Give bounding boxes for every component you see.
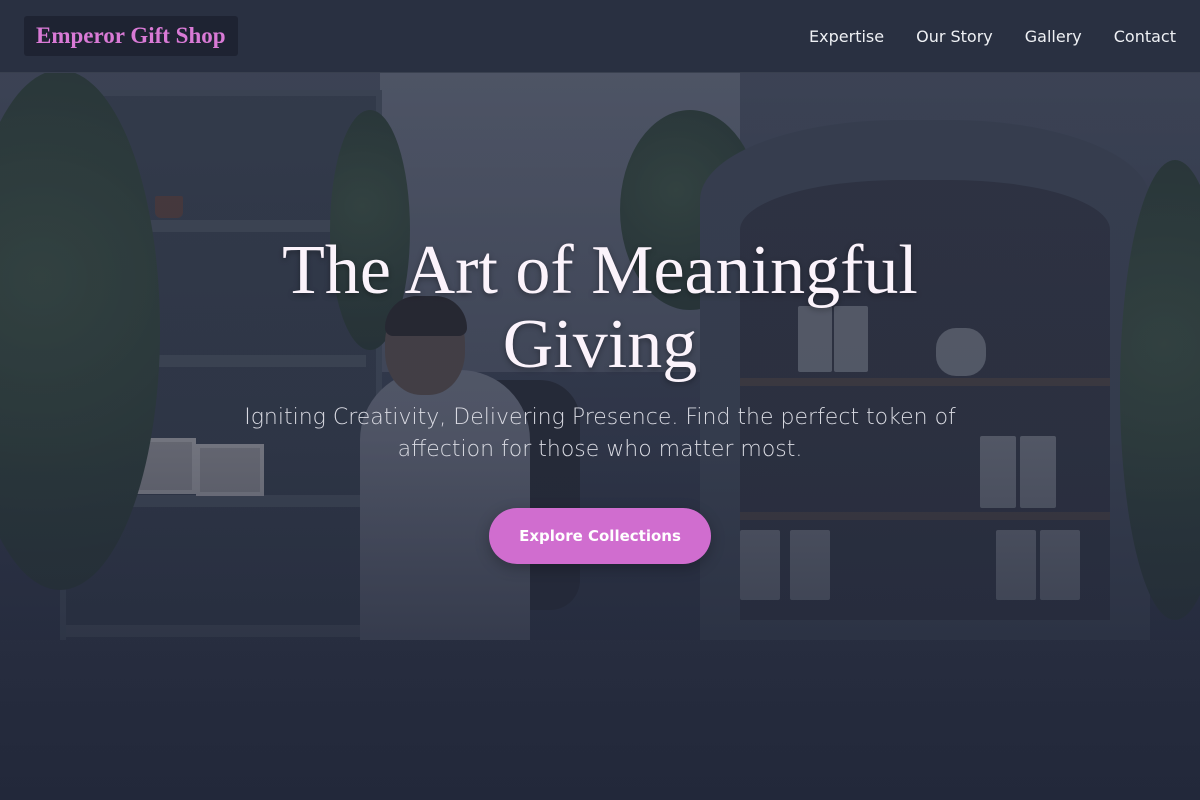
hero-section: The Art of Meaningful Giving Igniting Cr… <box>0 72 1200 800</box>
explore-collections-button[interactable]: Explore Collections <box>489 508 711 564</box>
nav-link-expertise[interactable]: Expertise <box>809 27 884 46</box>
nav-link-gallery[interactable]: Gallery <box>1025 27 1082 46</box>
navbar: Emperor Gift Shop Expertise Our Story Ga… <box>0 0 1200 73</box>
page: Emperor Gift Shop Expertise Our Story Ga… <box>0 0 1200 800</box>
nav-links: Expertise Our Story Gallery Contact <box>809 0 1176 72</box>
nav-link-our-story[interactable]: Our Story <box>916 27 993 46</box>
brand-logo[interactable]: Emperor Gift Shop <box>24 16 238 56</box>
hero-title: The Art of Meaningful Giving <box>282 232 918 383</box>
hero-subtitle: Igniting Creativity, Delivering Presence… <box>244 405 956 462</box>
nav-link-contact[interactable]: Contact <box>1114 27 1176 46</box>
